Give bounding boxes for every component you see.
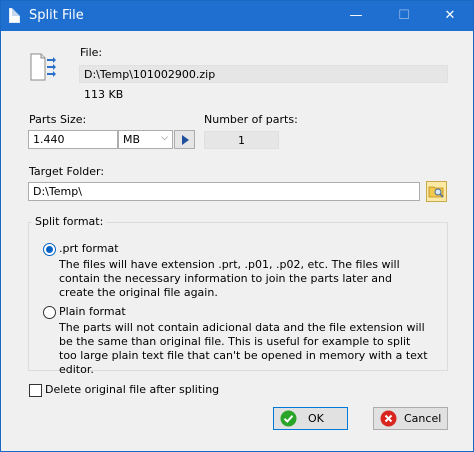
split-file-dialog: Split File — ☐ ✕ File: D:\Temp\101002900… <box>0 0 474 452</box>
split-format-legend: Split format: <box>32 215 107 228</box>
file-size: 113 KB <box>84 88 124 101</box>
target-folder-label: Target Folder: <box>29 165 105 178</box>
prt-format-label[interactable]: .prt format <box>59 242 119 255</box>
play-arrow-icon <box>182 135 189 145</box>
plain-format-label[interactable]: Plain format <box>59 305 126 318</box>
delete-original-checkbox[interactable] <box>29 384 42 397</box>
parts-size-input[interactable]: 1.440 <box>28 130 118 149</box>
parts-size-label: Parts Size: <box>29 113 87 126</box>
calculate-parts-button[interactable] <box>174 130 195 149</box>
window-title: Split File <box>29 8 84 23</box>
document-icon <box>9 8 20 23</box>
delete-original-label[interactable]: Delete original file after spliting <box>45 383 219 396</box>
title-bar[interactable]: Split File — ☐ ✕ <box>1 1 473 31</box>
cancel-icon <box>380 410 397 427</box>
chevron-down-icon: ⌵ <box>161 133 168 143</box>
cancel-button-label: Cancel <box>404 412 442 425</box>
file-path-field: D:\Temp\101002900.zip <box>79 65 448 83</box>
prt-format-radio[interactable] <box>43 243 56 256</box>
ok-button-label: OK <box>308 412 324 425</box>
prt-format-description: The files will have extension .prt, .p01… <box>59 258 400 299</box>
folder-search-icon <box>428 186 444 198</box>
plain-format-radio[interactable] <box>43 306 56 319</box>
cancel-button[interactable]: Cancel <box>373 407 448 430</box>
browse-folder-button[interactable] <box>426 181 447 202</box>
target-folder-input[interactable]: D:\Temp\ <box>28 182 420 201</box>
ok-button[interactable]: OK <box>273 407 348 430</box>
split-file-icon <box>30 53 56 81</box>
maximize-button[interactable]: ☐ <box>381 1 427 31</box>
close-button[interactable]: ✕ <box>427 1 473 31</box>
minimize-button[interactable]: — <box>333 1 379 31</box>
plain-format-description: The parts will not contain adicional dat… <box>59 321 428 376</box>
number-of-parts-label: Number of parts: <box>204 113 298 126</box>
file-label: File: <box>80 46 103 59</box>
number-of-parts-field: 1 <box>204 131 279 149</box>
parts-unit-select[interactable]: MB ⌵ <box>118 130 173 149</box>
parts-unit-value: MB <box>123 133 141 146</box>
check-icon <box>280 410 297 427</box>
